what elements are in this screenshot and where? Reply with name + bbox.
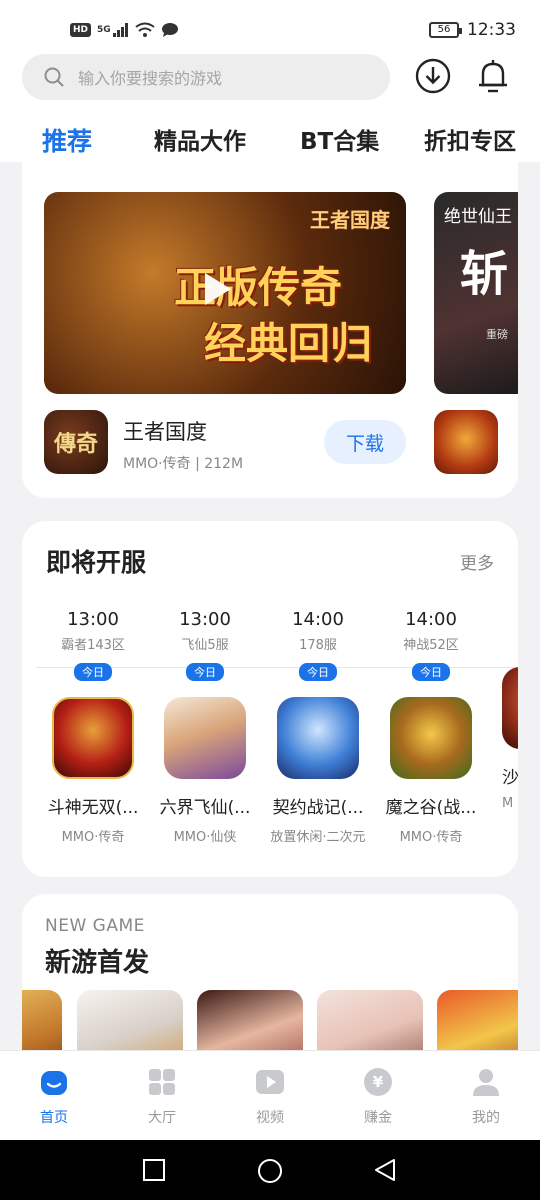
server-time: 13:00 xyxy=(67,609,119,630)
back-icon[interactable] xyxy=(373,1158,397,1182)
coin-icon: ¥ xyxy=(364,1068,392,1096)
today-badge: 今日 xyxy=(412,663,450,681)
banner2-big-title: 斩 xyxy=(460,246,509,302)
tab-recommended[interactable]: 推荐 xyxy=(42,122,92,168)
signal-5g-label: 5G xyxy=(97,25,111,35)
nav-earn[interactable]: ¥ 赚金 xyxy=(348,1067,408,1127)
game-icon xyxy=(164,697,246,779)
nav-label: 首页 xyxy=(40,1110,68,1126)
tab-premium[interactable]: 精品大作 xyxy=(154,122,246,156)
second-banner[interactable]: 绝世仙王 斩 重磅 xyxy=(434,192,518,394)
section-title-en: NEW GAME xyxy=(45,916,145,936)
game-name: 六界飞仙(... xyxy=(159,798,251,818)
banner-logo: 王者国度 xyxy=(310,208,390,232)
server-item[interactable]: 13:00 飞仙5服 今日 六界飞仙(... MMO·仙侠 xyxy=(149,609,261,845)
today-badge: 今日 xyxy=(299,663,337,681)
nav-profile[interactable]: 我的 xyxy=(456,1067,516,1127)
game-name: 魔之谷(战... xyxy=(385,798,477,818)
server-name: 178服 xyxy=(299,638,337,653)
tab-bt-collection[interactable]: BT合集 xyxy=(300,122,379,156)
game-name[interactable]: 王者国度 xyxy=(123,416,207,446)
server-time: 14:00 xyxy=(405,609,457,630)
system-navigation-bar xyxy=(0,1140,540,1200)
message-icon xyxy=(161,23,178,37)
game-name: 斗神无双(... xyxy=(47,798,139,818)
home-icon xyxy=(41,1071,67,1095)
category-tabs: 推荐 精品大作 BT合集 折扣专区 xyxy=(0,116,540,168)
svg-text:¥: ¥ xyxy=(373,1073,384,1091)
section-title: 新游首发 xyxy=(45,948,150,978)
status-left: HD 5G xyxy=(70,22,179,38)
search-icon xyxy=(44,67,64,87)
today-badge: 今日 xyxy=(74,663,112,681)
recent-apps-icon[interactable] xyxy=(143,1159,165,1181)
game-tags: MMO·传奇 xyxy=(61,830,125,845)
game-name: 沙城 xyxy=(502,768,518,788)
server-item[interactable]: 沙城 M xyxy=(488,609,518,811)
banner-title-line1: 正版传奇 xyxy=(174,263,343,312)
game-icon[interactable]: 傳奇 xyxy=(44,410,108,474)
featured-card: 王者国度 正版传奇 经典回归 绝世仙王 斩 重磅 傳奇 王者国度 MMO·传奇 … xyxy=(22,162,518,498)
more-link[interactable]: 更多 xyxy=(460,549,494,574)
server-item[interactable]: 13:00 霸者143区 今日 斗神无双(... MMO·传奇 xyxy=(37,609,149,845)
banner-title-line2: 经典回归 xyxy=(204,319,373,368)
download-manager-icon[interactable] xyxy=(415,58,451,94)
notification-bell-icon[interactable] xyxy=(475,58,511,94)
banner2-subtitle: 重磅 xyxy=(486,328,508,341)
play-icon[interactable] xyxy=(205,273,231,305)
nav-home[interactable]: 首页 xyxy=(24,1067,84,1127)
cell-signal-icon xyxy=(112,23,128,37)
grid-icon xyxy=(149,1069,175,1095)
upcoming-servers-card: 即将开服 更多 13:00 霸者143区 今日 斗神无双(... MMO·传奇 … xyxy=(22,521,518,877)
search-placeholder: 输入你要搜索的游戏 xyxy=(78,69,223,88)
server-name: 霸者143区 xyxy=(61,638,125,653)
nav-label: 大厅 xyxy=(148,1110,176,1126)
game-tags: MMO·传奇 xyxy=(399,830,463,845)
section-title: 即将开服 xyxy=(46,548,147,577)
clock: 12:33 xyxy=(467,20,516,40)
nav-label: 赚金 xyxy=(364,1110,392,1126)
server-time: 14:00 xyxy=(292,609,344,630)
hd-badge: HD xyxy=(70,23,92,37)
server-time: 13:00 xyxy=(179,609,231,630)
wifi-icon xyxy=(135,22,155,37)
search-input[interactable]: 输入你要搜索的游戏 xyxy=(22,54,390,100)
game-icon xyxy=(390,697,472,779)
server-name: 神战52区 xyxy=(403,638,459,653)
home-button-icon[interactable] xyxy=(257,1158,283,1184)
nav-label: 我的 xyxy=(472,1110,500,1126)
banner2-small-title: 绝世仙王 xyxy=(444,207,512,227)
game-icon xyxy=(502,667,518,749)
game-icon-2[interactable] xyxy=(434,410,498,474)
game-icon xyxy=(277,697,359,779)
battery-icon: 56 xyxy=(429,22,462,38)
server-item[interactable]: 14:00 178服 今日 契约战记(... 放置休闲·二次元 xyxy=(262,609,374,845)
game-meta: MMO·传奇 | 212M xyxy=(123,456,244,472)
game-tags: 放置休闲·二次元 xyxy=(270,830,366,845)
today-badge: 今日 xyxy=(186,663,224,681)
status-right: 56 12:33 xyxy=(429,20,516,40)
game-tags: M xyxy=(502,796,514,811)
status-bar: HD 5G 56 12:33 xyxy=(0,0,540,60)
game-name: 契约战记(... xyxy=(272,798,364,818)
top-header: 输入你要搜索的游戏 推荐 精品大作 BT合集 折扣专区 xyxy=(0,52,540,168)
tab-discount[interactable]: 折扣专区 xyxy=(424,122,516,156)
server-item[interactable]: 14:00 神战52区 今日 魔之谷(战... MMO·传奇 xyxy=(375,609,487,845)
nav-label: 视频 xyxy=(256,1110,284,1126)
nav-video[interactable]: 视频 xyxy=(240,1067,300,1127)
game-icon xyxy=(52,697,134,779)
download-button[interactable]: 下载 xyxy=(324,420,406,464)
bottom-nav: 首页 大厅 视频 ¥ 赚金 我的 xyxy=(0,1050,540,1140)
video-icon xyxy=(256,1070,284,1094)
game-icon-text: 傳奇 xyxy=(53,431,98,457)
server-name: 飞仙5服 xyxy=(181,638,229,653)
featured-video-banner[interactable]: 王者国度 正版传奇 经典回归 xyxy=(44,192,406,394)
nav-hall[interactable]: 大厅 xyxy=(132,1067,192,1127)
game-tags: MMO·仙侠 xyxy=(173,830,237,845)
profile-icon xyxy=(473,1069,499,1096)
